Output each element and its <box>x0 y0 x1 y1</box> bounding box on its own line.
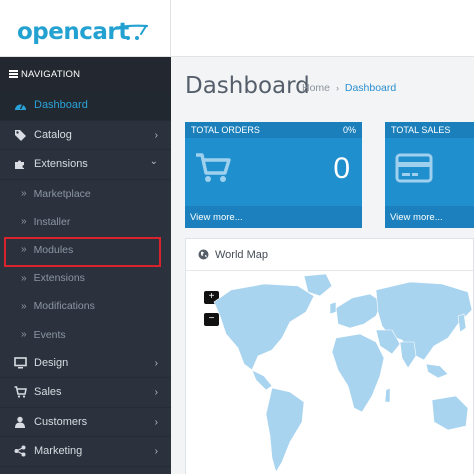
map-region-central-america <box>251 369 273 391</box>
map-region-africa <box>331 333 385 413</box>
double-chevron-icon: » <box>21 272 27 284</box>
tile-percent: 0% <box>342 125 356 135</box>
map-region-north-america <box>213 283 315 371</box>
world-map[interactable] <box>186 272 474 474</box>
map-region-india <box>399 341 417 369</box>
double-chevron-icon: » <box>21 216 27 228</box>
sidebar-item-label: Customers <box>34 415 88 428</box>
credit-card-icon <box>395 153 433 183</box>
world-map-header: World Map <box>186 239 473 271</box>
menu-icon <box>9 69 18 80</box>
sidebar-subitem-label: Modifications <box>33 300 95 313</box>
breadcrumb-current[interactable]: Dashboard <box>345 82 396 94</box>
tile-header: TOTAL SALES <box>385 122 474 138</box>
share-icon <box>13 444 27 458</box>
sidebar-item-catalog[interactable]: Catalog › <box>0 121 171 150</box>
user-icon <box>13 415 27 429</box>
chevron-right-icon: › <box>154 446 158 458</box>
chevron-right-icon: › <box>154 129 158 141</box>
sidebar-subitem-events[interactable]: » Events <box>0 320 171 349</box>
world-map-panel: World Map + − <box>185 238 474 474</box>
main-content: Dashboard Home › Dashboard TOTAL ORDERS … <box>171 57 474 474</box>
tile-title: TOTAL ORDERS <box>191 125 260 135</box>
page-title: Dashboard <box>185 73 310 99</box>
sidebar-subitem-label: Installer <box>33 215 71 228</box>
modules-highlight-frame <box>4 237 161 267</box>
sidebar-item-label: Catalog <box>34 128 72 141</box>
sidebar-item-marketing[interactable]: Marketing › <box>0 437 171 467</box>
view-more-link[interactable]: View more... <box>385 206 474 228</box>
map-region-europe <box>335 293 383 329</box>
breadcrumb-separator: › <box>335 83 339 93</box>
logo-area[interactable]: opencart <box>0 0 171 57</box>
sidebar-item-label: Dashboard <box>34 99 88 112</box>
world-map-title: World Map <box>215 248 268 261</box>
double-chevron-icon: » <box>21 329 27 341</box>
map-region-southeast-asia <box>425 363 449 379</box>
double-chevron-icon: » <box>21 300 27 312</box>
shopping-cart-icon <box>196 153 231 182</box>
sidebar-subitem-extensions[interactable]: » Extensions <box>0 264 171 293</box>
logo-cart-icon <box>119 24 149 40</box>
map-region-australia <box>431 395 469 431</box>
map-region-uk <box>329 301 337 315</box>
tile-value: 0 <box>333 152 350 185</box>
chevron-right-icon: › <box>154 387 158 399</box>
breadcrumb-home[interactable]: Home <box>302 82 330 94</box>
opencart-admin: opencart NAVIGATION Dashboard Catalog › … <box>0 0 474 474</box>
tile-header: TOTAL ORDERS 0% <box>185 122 362 138</box>
logo-text: opencart <box>17 19 129 45</box>
breadcrumb: Home › Dashboard <box>302 82 396 94</box>
total-orders-tile: TOTAL ORDERS 0% 0 View more... <box>185 122 362 228</box>
sidebar-item-label: Marketing <box>34 445 83 458</box>
dashboard-icon <box>13 98 27 112</box>
sidebar-subitem-installer[interactable]: » Installer <box>0 207 171 236</box>
sidebar-item-extensions[interactable]: Extensions ⌄ <box>0 150 171 180</box>
total-sales-tile: TOTAL SALES View more... <box>385 122 474 228</box>
view-more-link[interactable]: View more... <box>185 206 362 228</box>
view-more-label: View more... <box>390 211 443 223</box>
map-region-madagascar <box>384 387 391 403</box>
puzzle-icon <box>13 157 27 171</box>
sidebar-subitem-label: Marketplace <box>33 187 91 200</box>
view-more-label: View more... <box>190 211 243 223</box>
nav-header[interactable]: NAVIGATION <box>0 57 171 91</box>
monitor-icon <box>13 356 27 370</box>
nav-header-label: NAVIGATION <box>21 68 81 80</box>
sidebar-item-sales[interactable]: Sales › <box>0 378 171 408</box>
double-chevron-icon: » <box>21 188 27 200</box>
sidebar-item-customers[interactable]: Customers › <box>0 408 171 438</box>
globe-icon <box>198 249 209 260</box>
sidebar-subitem-label: Events <box>33 328 66 341</box>
tags-icon <box>13 128 27 142</box>
map-region-south-america <box>265 387 305 473</box>
sidebar-subitem-modifications[interactable]: » Modifications <box>0 292 171 321</box>
top-header: opencart <box>0 0 474 57</box>
sidebar-subitem-label: Extensions <box>33 272 85 285</box>
sidebar-subitem-marketplace[interactable]: » Marketplace <box>0 179 171 208</box>
chevron-down-icon: ⌄ <box>149 156 158 167</box>
sidebar-item-design[interactable]: Design › <box>0 349 171 379</box>
sidebar-item-label: Design <box>34 356 69 369</box>
tile-title: TOTAL SALES <box>391 125 451 135</box>
chevron-right-icon: › <box>154 416 158 428</box>
chevron-right-icon: › <box>154 357 158 369</box>
sidebar-item-label: Sales <box>34 386 62 399</box>
sidebar-item-label: Extensions <box>34 158 88 171</box>
sidebar-item-dashboard[interactable]: Dashboard <box>0 91 171 121</box>
cart-icon <box>13 385 27 399</box>
